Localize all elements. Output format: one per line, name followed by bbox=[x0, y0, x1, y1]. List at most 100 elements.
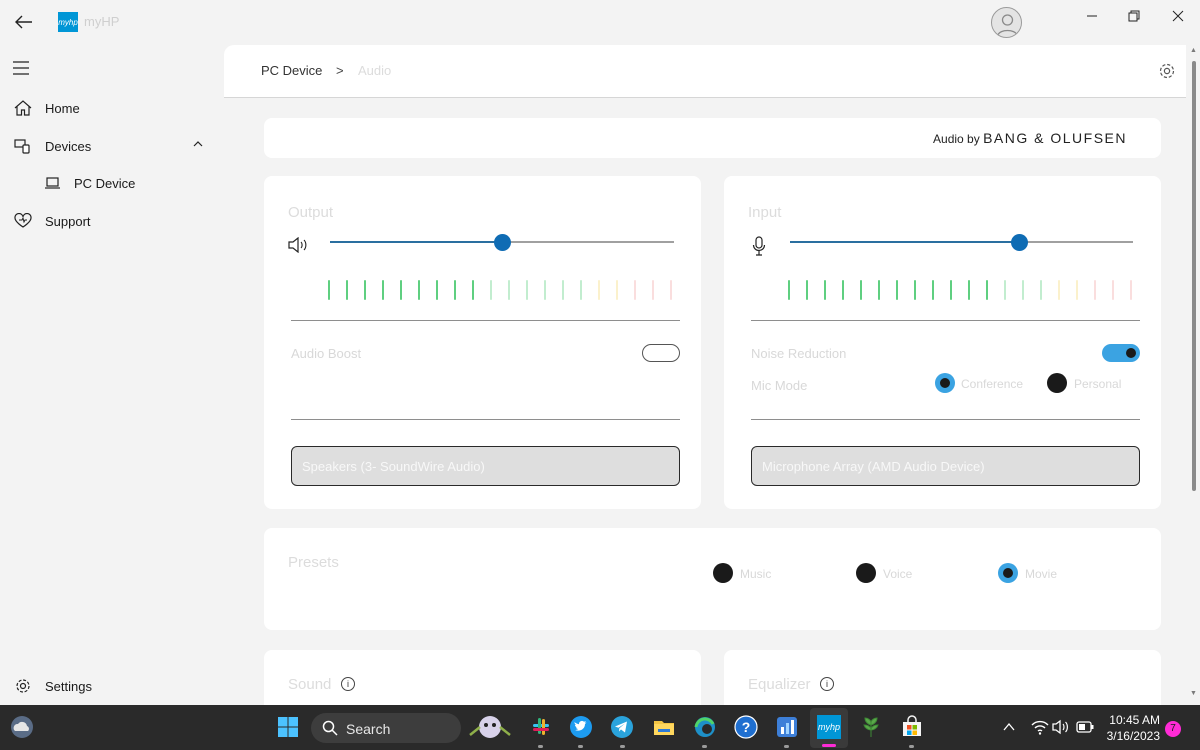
meter-bar bbox=[526, 280, 528, 300]
logo-text: myhp bbox=[58, 17, 78, 27]
scroll-up-icon[interactable]: ▲ bbox=[1190, 47, 1197, 54]
meter-bar bbox=[346, 280, 348, 300]
meter-bar bbox=[932, 280, 934, 300]
battery-icon[interactable] bbox=[1076, 721, 1094, 733]
meter-bar bbox=[878, 280, 880, 300]
active-app-indicator bbox=[822, 744, 836, 747]
scroll-thumb[interactable] bbox=[1192, 61, 1196, 491]
system-clock[interactable]: 10:45 AM 3/16/2023 bbox=[1107, 712, 1160, 744]
meter-bar bbox=[896, 280, 898, 300]
microsoft-store-icon[interactable] bbox=[900, 715, 924, 739]
output-device-select[interactable]: Speakers (3- SoundWire Audio) bbox=[291, 446, 680, 486]
bang-olufsen-banner: Audio by BANG & OLUFSEN bbox=[264, 118, 1161, 158]
search-label: Search bbox=[346, 721, 391, 737]
myhp-taskbar-button[interactable]: myhp bbox=[810, 708, 848, 748]
plant-app-icon[interactable] bbox=[859, 715, 883, 739]
volume-icon[interactable] bbox=[1052, 719, 1070, 735]
input-volume-handle[interactable] bbox=[1011, 234, 1029, 251]
meter-bar bbox=[544, 280, 546, 300]
sidebar-item-home[interactable]: Home bbox=[0, 93, 220, 123]
info-icon[interactable]: i bbox=[341, 677, 355, 691]
sidebar-item-pc-device[interactable]: PC Device bbox=[0, 168, 220, 198]
wifi-icon[interactable] bbox=[1031, 719, 1049, 735]
chevron-up-icon[interactable] bbox=[1003, 722, 1015, 732]
meter-bar bbox=[950, 280, 952, 300]
back-button[interactable] bbox=[10, 8, 38, 36]
meter-bar bbox=[824, 280, 826, 300]
page-header: PC Device > Audio bbox=[224, 45, 1186, 98]
minimize-button[interactable] bbox=[1076, 6, 1108, 26]
input-level-meter bbox=[784, 280, 1144, 300]
taskbar: Search ? myhp 10:45 AM 3/16/2023 7 bbox=[0, 705, 1200, 750]
windows-start-icon[interactable] bbox=[276, 715, 300, 739]
taskbar-search[interactable]: Search bbox=[311, 713, 511, 743]
meter-bar bbox=[382, 280, 384, 300]
running-indicator bbox=[909, 745, 914, 748]
breadcrumb-root[interactable]: PC Device bbox=[261, 63, 322, 78]
sidebar-item-devices[interactable]: Devices bbox=[0, 131, 220, 161]
restore-button[interactable] bbox=[1118, 6, 1150, 26]
output-volume-handle[interactable] bbox=[493, 234, 511, 251]
running-indicator bbox=[702, 745, 707, 748]
divider bbox=[751, 419, 1140, 420]
meter-bar bbox=[562, 280, 564, 300]
help-icon[interactable]: ? bbox=[734, 715, 758, 739]
mic-mode-label: Mic Mode bbox=[751, 378, 808, 393]
user-avatar[interactable] bbox=[991, 7, 1022, 38]
sidebar-item-settings[interactable]: Settings bbox=[0, 671, 220, 701]
file-explorer-icon[interactable] bbox=[652, 715, 676, 739]
meter-bar bbox=[598, 280, 600, 300]
twitter-icon[interactable] bbox=[569, 715, 593, 739]
banner-text: Audio by BANG & OLUFSEN bbox=[933, 130, 1127, 146]
running-indicator bbox=[538, 745, 543, 748]
logo-text: myhp bbox=[817, 722, 840, 732]
meter-bar bbox=[860, 280, 862, 300]
preset-music-radio[interactable] bbox=[713, 563, 733, 583]
notification-badge[interactable]: 7 bbox=[1165, 721, 1181, 737]
search-highlight-illustration-icon bbox=[469, 716, 511, 738]
mic-mode-conference-radio[interactable] bbox=[935, 373, 955, 393]
meter-bar bbox=[1112, 280, 1114, 300]
telegram-icon[interactable] bbox=[610, 715, 634, 739]
preset-music-label: Music bbox=[740, 567, 772, 581]
sidebar-item-label: PC Device bbox=[74, 176, 136, 191]
audio-boost-label: Audio Boost bbox=[291, 346, 362, 361]
close-button[interactable] bbox=[1162, 6, 1194, 26]
meter-bar bbox=[1040, 280, 1042, 300]
running-indicator bbox=[620, 745, 625, 748]
weather-icon[interactable] bbox=[9, 714, 35, 740]
preset-voice-radio[interactable] bbox=[856, 563, 876, 583]
input-device-select[interactable]: Microphone Array (AMD Audio Device) bbox=[751, 446, 1140, 486]
preset-movie-radio[interactable] bbox=[998, 563, 1018, 583]
scroll-down-icon[interactable]: ▼ bbox=[1190, 690, 1197, 697]
sidebar-item-support[interactable]: Support bbox=[0, 206, 220, 236]
divider bbox=[291, 419, 680, 420]
meter-bar bbox=[634, 280, 636, 300]
audio-boost-toggle[interactable] bbox=[642, 344, 680, 362]
meter-bar bbox=[806, 280, 808, 300]
meter-bar bbox=[1058, 280, 1060, 300]
hamburger-menu-button[interactable] bbox=[8, 55, 34, 81]
info-icon[interactable]: i bbox=[820, 677, 834, 691]
settings-gear-icon[interactable] bbox=[1158, 62, 1176, 80]
mic-mode-personal-radio[interactable] bbox=[1047, 373, 1067, 393]
scrollbar[interactable]: ▲ ▼ bbox=[1188, 45, 1200, 705]
input-title: Input bbox=[748, 204, 782, 221]
back-arrow-icon bbox=[15, 15, 32, 29]
slack-icon[interactable] bbox=[529, 715, 553, 739]
microphone-icon[interactable] bbox=[752, 236, 766, 256]
chart-app-icon[interactable] bbox=[775, 715, 799, 739]
noise-reduction-toggle[interactable] bbox=[1102, 344, 1140, 362]
meter-bar bbox=[1004, 280, 1006, 300]
equalizer-title: Equalizer bbox=[748, 676, 811, 693]
edge-browser-icon[interactable] bbox=[693, 715, 717, 739]
myhp-taskbar-icon: myhp bbox=[817, 715, 841, 739]
meter-bar bbox=[436, 280, 438, 300]
chevron-up-icon[interactable] bbox=[193, 140, 203, 148]
meter-bar bbox=[914, 280, 916, 300]
breadcrumb-current: Audio bbox=[358, 63, 392, 78]
meter-bar bbox=[454, 280, 456, 300]
meter-bar bbox=[616, 280, 618, 300]
laptop-icon bbox=[45, 177, 60, 189]
speaker-icon[interactable] bbox=[288, 237, 310, 253]
